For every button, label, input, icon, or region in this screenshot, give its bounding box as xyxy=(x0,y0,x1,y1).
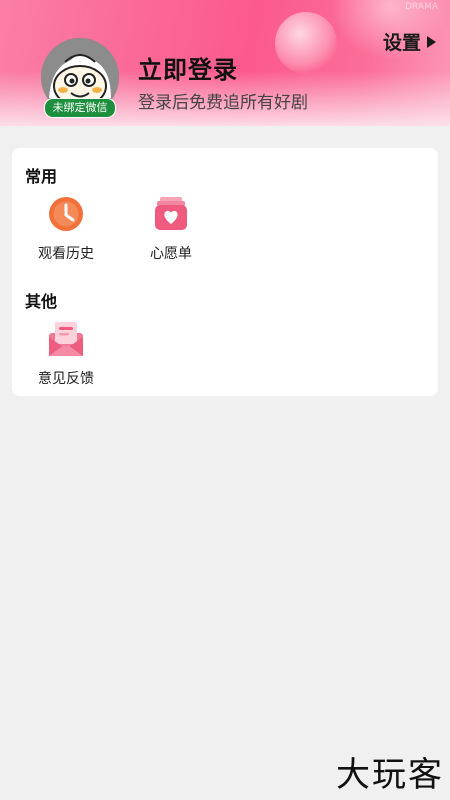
wechat-unbound-badge[interactable]: 未绑定微信 xyxy=(44,98,116,118)
section-title-common: 常用 xyxy=(25,167,58,186)
brand-watermark: 大玩客 xyxy=(336,755,444,795)
watch-history-item[interactable]: 观看历史 xyxy=(21,194,111,263)
heart-box-icon xyxy=(151,194,191,234)
login-button[interactable]: 立即登录 xyxy=(138,50,238,85)
login-subtitle: 登录后免费追所有好剧 xyxy=(138,93,308,113)
feedback-label: 意见反馈 xyxy=(38,371,94,387)
watch-history-label: 观看历史 xyxy=(38,246,94,262)
feedback-mail-icon xyxy=(46,319,86,359)
top-watermark: DRAMA xyxy=(405,2,438,12)
wishlist-label: 心愿单 xyxy=(150,246,192,262)
play-arrow-icon xyxy=(427,35,436,48)
section-title-other: 其他 xyxy=(25,292,58,311)
wishlist-item[interactable]: 心愿单 xyxy=(126,194,216,263)
clock-icon xyxy=(46,194,86,234)
settings-button[interactable]: 设置 xyxy=(383,28,436,55)
feedback-item[interactable]: 意见反馈 xyxy=(21,319,111,388)
menu-card: 常用 观看历史 心愿单 其他 意见反馈 xyxy=(12,148,438,396)
settings-label: 设置 xyxy=(382,32,421,54)
decorative-bubble xyxy=(275,12,337,74)
